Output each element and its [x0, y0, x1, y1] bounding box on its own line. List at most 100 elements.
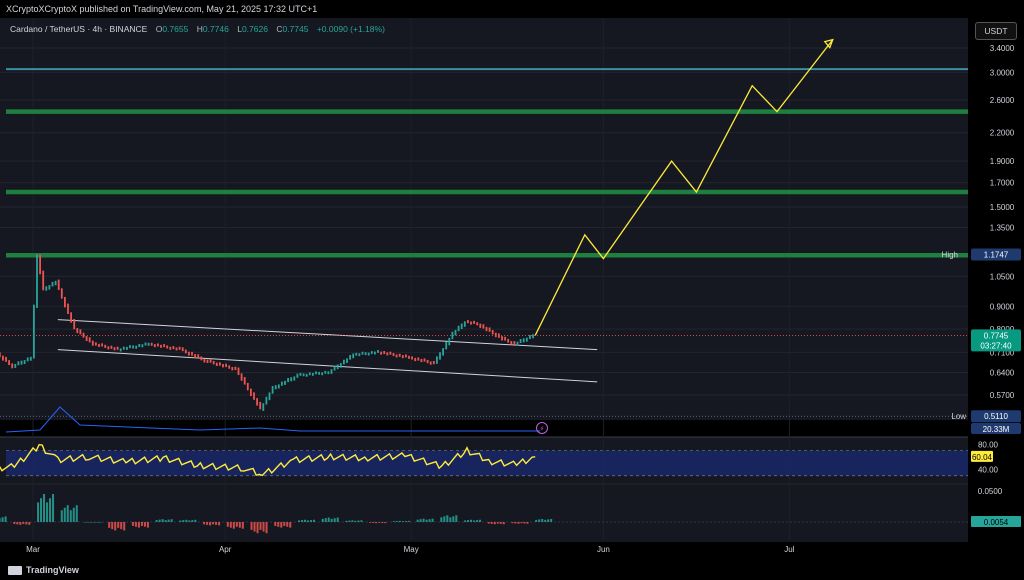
- macd-histogram-bar: [464, 520, 467, 522]
- candle: [153, 344, 156, 348]
- tradingview-logo[interactable]: TradingView: [8, 565, 79, 576]
- candle: [76, 328, 79, 334]
- candle: [318, 371, 320, 375]
- macd-histogram-bar: [496, 522, 499, 524]
- candle: [494, 332, 497, 338]
- macd-histogram-bar: [218, 522, 221, 526]
- candle: [519, 339, 522, 344]
- macd-histogram-bar: [372, 522, 375, 523]
- candle: [231, 367, 234, 371]
- candle: [439, 352, 441, 360]
- main-pane: [0, 18, 968, 420]
- price-tick-label: 0.6400: [990, 368, 1015, 377]
- low-label: Low: [951, 412, 966, 421]
- candle: [39, 254, 41, 275]
- candle: [457, 325, 460, 332]
- change-value: +0.0090 (+1.18%): [316, 24, 385, 34]
- candle: [163, 344, 165, 348]
- macd-histogram-bar: [455, 515, 458, 522]
- macd-histogram-bar: [523, 522, 526, 524]
- countdown-timer: 03:27:40: [980, 341, 1012, 350]
- candle: [166, 345, 169, 349]
- macd-histogram-bar: [43, 494, 46, 522]
- macd-histogram-bar: [392, 521, 395, 522]
- candle: [429, 361, 432, 365]
- macd-histogram-bar: [96, 522, 99, 523]
- macd-histogram-bar: [490, 522, 493, 524]
- macd-histogram-bar: [378, 522, 381, 523]
- macd-histogram-bar: [419, 519, 422, 522]
- high-value: 1.1747: [984, 250, 1009, 259]
- macd-histogram-bar: [300, 520, 303, 522]
- symbol-name[interactable]: Cardano / TetherUS · 4h · BINANCE: [10, 24, 147, 34]
- candle: [392, 353, 395, 357]
- candle: [361, 351, 364, 355]
- macd-histogram-bar: [443, 516, 446, 522]
- candle: [522, 338, 525, 343]
- macd-histogram-bar: [1, 517, 4, 522]
- price-chart[interactable]: 3.4000 3.0000 2.6000 2.2000 1.9000 1.7000 1.50…: [0, 18, 1024, 560]
- candle: [476, 322, 479, 326]
- price-tick-label: 3.4000: [990, 44, 1015, 53]
- macd-histogram-bar: [134, 522, 137, 527]
- macd-histogram-bar: [40, 498, 43, 522]
- candle: [113, 347, 116, 351]
- macd-histogram-bar: [161, 519, 164, 522]
- candle: [51, 281, 54, 287]
- candle: [377, 350, 379, 353]
- macd-histogram-bar: [194, 519, 197, 522]
- candle: [349, 354, 351, 360]
- low-value: 0.5110: [984, 412, 1008, 421]
- candle: [277, 384, 280, 389]
- macd-histogram-bar: [297, 520, 300, 522]
- macd-histogram-bar: [550, 518, 553, 522]
- candle: [454, 329, 457, 336]
- macd-histogram-bar: [280, 522, 283, 528]
- candle: [367, 352, 370, 356]
- candle: [225, 363, 227, 368]
- macd-histogram-bar: [479, 519, 482, 522]
- macd-histogram-bar: [75, 505, 78, 522]
- macd-histogram-bar: [235, 522, 238, 527]
- macd-histogram-bar: [324, 518, 327, 522]
- price-tick-label: 2.6000: [990, 96, 1015, 105]
- macd-histogram-bar: [476, 520, 479, 522]
- candle: [172, 346, 175, 350]
- candle: [48, 285, 51, 290]
- macd-histogram-bar: [206, 522, 209, 525]
- macd-pane: [0, 485, 968, 542]
- candle: [327, 371, 330, 375]
- candle: [299, 372, 302, 376]
- macd-histogram-bar: [49, 498, 52, 522]
- candle: [305, 373, 308, 377]
- macd-histogram-bar: [87, 522, 90, 523]
- candle: [321, 372, 324, 376]
- macd-histogram-bar: [179, 520, 182, 522]
- currency-button[interactable]: USDT: [975, 22, 1017, 40]
- candle: [250, 388, 252, 397]
- macd-histogram-bar: [66, 505, 69, 522]
- candle: [228, 365, 231, 369]
- candle: [237, 367, 240, 376]
- candle: [191, 351, 193, 356]
- candle: [330, 369, 333, 374]
- price-tick-label: 2.2000: [990, 129, 1015, 138]
- macd-value: 0.0054: [984, 518, 1009, 527]
- macd-histogram-bar: [164, 520, 167, 522]
- macd-histogram-bar: [446, 515, 449, 522]
- high-label: High: [942, 250, 958, 259]
- macd-histogram-bar: [351, 520, 354, 522]
- candle: [451, 331, 454, 340]
- candle: [355, 352, 358, 356]
- macd-histogram-bar: [203, 522, 206, 525]
- macd-histogram-bar: [188, 520, 191, 522]
- macd-histogram-bar: [467, 520, 470, 522]
- macd-histogram-bar: [19, 522, 22, 525]
- macd-histogram-bar: [520, 522, 523, 524]
- macd-histogram-bar: [84, 522, 87, 523]
- candle: [315, 371, 317, 375]
- candle: [485, 326, 488, 332]
- candle: [405, 354, 407, 358]
- candle: [209, 359, 212, 363]
- macd-histogram-bar: [37, 502, 40, 522]
